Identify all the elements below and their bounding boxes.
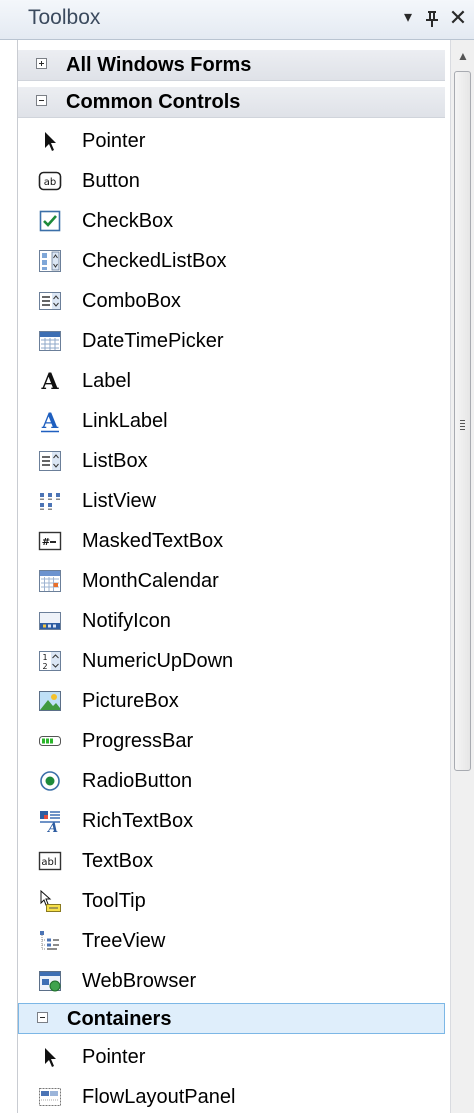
item-label: TextBox [82,850,154,872]
toolbox-item-button[interactable]: ab Button [18,161,445,201]
flowlayoutpanel-icon [38,1085,62,1109]
item-label: Label [82,370,131,392]
toolbox-panel: All Windows Forms Common Controls Pointe… [17,40,451,1113]
item-label: CheckedListBox [82,250,227,272]
pointer-icon [38,1045,62,1069]
group-all-windows-forms[interactable]: All Windows Forms [18,50,445,81]
item-label: Pointer [82,1046,146,1068]
listbox-icon [38,449,62,473]
svg-text:A: A [40,369,59,393]
progressbar-icon [38,729,62,753]
item-label: NotifyIcon [82,610,171,632]
group-label: All Windows Forms [66,54,252,76]
dropdown-arrow-icon[interactable]: ▾ [396,4,420,32]
datetimepicker-icon [38,329,62,353]
svg-text:#: # [42,537,50,548]
toolbox-item-picturebox[interactable]: PictureBox [18,681,445,721]
label-icon: A [38,369,62,393]
item-label: MaskedTextBox [82,530,224,552]
toolbox-item-linklabel[interactable]: A LinkLabel [18,401,445,441]
item-label: ListView [82,490,157,512]
toolbox-item-textbox[interactable]: abl TextBox [18,841,445,881]
scroll-up-arrow-icon[interactable]: ▲ [451,40,474,72]
svg-text:abl: abl [41,857,56,868]
item-label: LinkLabel [82,410,168,432]
combobox-icon [38,289,62,313]
toolbox-item-richtextbox[interactable]: A RichTextBox [18,801,445,841]
tooltip-icon [38,889,62,913]
scrollbar-thumb[interactable] [454,71,471,771]
item-label: RichTextBox [82,810,194,832]
item-label: DateTimePicker [82,330,224,352]
toolbox-item-notifyicon[interactable]: NotifyIcon [18,601,445,641]
toolbox-item-maskedtextbox[interactable]: # MaskedTextBox [18,521,445,561]
textbox-icon: abl [38,849,62,873]
button-icon: ab [38,169,62,193]
svg-text:A: A [41,409,59,433]
close-icon[interactable]: ✕ [446,4,470,32]
item-label: NumericUpDown [82,650,234,672]
toolbox-item-pointer[interactable]: Pointer [18,1037,445,1077]
svg-text:A: A [46,821,58,833]
item-label: Button [82,170,140,192]
toolbox-item-numericupdown[interactable]: 12 NumericUpDown [18,641,445,681]
linklabel-icon: A [38,409,62,433]
svg-text:1: 1 [42,653,47,662]
svg-text:2: 2 [42,662,47,671]
item-label: PictureBox [82,690,179,712]
toolbox-item-combobox[interactable]: ComboBox [18,281,445,321]
item-label: ComboBox [82,290,181,312]
toolbox-item-listbox[interactable]: ListBox [18,441,445,481]
picturebox-icon [38,689,62,713]
window-title: Toolbox [28,6,101,29]
toolbox-item-monthcalendar[interactable]: MonthCalendar [18,561,445,601]
item-label: FlowLayoutPanel [82,1086,236,1108]
notifyicon-icon [38,609,62,633]
item-label: Pointer [82,130,146,152]
maskedtextbox-icon: # [38,529,62,553]
toolbox-item-checkedlistbox[interactable]: CheckedListBox [18,241,445,281]
thumb-grip-icon [460,420,465,421]
item-label: ListBox [82,450,148,472]
numericupdown-icon: 12 [38,649,62,673]
toolbox-item-webbrowser[interactable]: WebBrowser [18,961,445,1001]
item-label: RadioButton [82,770,193,792]
checkbox-icon [38,209,62,233]
svg-text:ab: ab [44,177,56,188]
toolbox-title-bar: Toolbox ▾ ✕ [0,0,474,40]
item-label: ProgressBar [82,730,194,752]
item-label: WebBrowser [82,970,197,992]
item-label: MonthCalendar [82,570,219,592]
toolbox-item-checkbox[interactable]: CheckBox [18,201,445,241]
toolbox-item-label[interactable]: A Label [18,361,445,401]
item-label: CheckBox [82,210,174,232]
toolbox-item-progressbar[interactable]: ProgressBar [18,721,445,761]
toolbox-item-radiobutton[interactable]: RadioButton [18,761,445,801]
listview-icon [38,489,62,513]
collapse-minus-icon[interactable] [36,95,47,106]
item-label: ToolTip [82,890,146,912]
expand-plus-icon[interactable] [36,58,47,69]
radiobutton-icon [38,769,62,793]
pointer-icon [38,129,62,153]
checkedlistbox-icon [38,249,62,273]
item-label: TreeView [82,930,166,952]
collapse-minus-icon[interactable] [37,1012,48,1023]
richtextbox-icon: A [38,809,62,833]
group-containers[interactable]: Containers [18,1003,445,1034]
group-label: Containers [67,1008,172,1030]
vertical-scrollbar[interactable]: ▲ [450,40,474,1113]
toolbox-item-tooltip[interactable]: ToolTip [18,881,445,921]
toolbox-item-flowlayoutpanel[interactable]: FlowLayoutPanel [18,1077,445,1113]
group-label: Common Controls [66,91,241,113]
toolbox-item-treeview[interactable]: TreeView [18,921,445,961]
toolbox-item-pointer[interactable]: Pointer [18,121,445,161]
group-common-controls[interactable]: Common Controls [18,87,445,118]
toolbox-item-datetimepicker[interactable]: DateTimePicker [18,321,445,361]
treeview-icon [38,929,62,953]
monthcalendar-icon [38,569,62,593]
webbrowser-icon [38,969,62,993]
pin-icon[interactable] [420,4,444,32]
toolbox-item-listview[interactable]: ListView [18,481,445,521]
